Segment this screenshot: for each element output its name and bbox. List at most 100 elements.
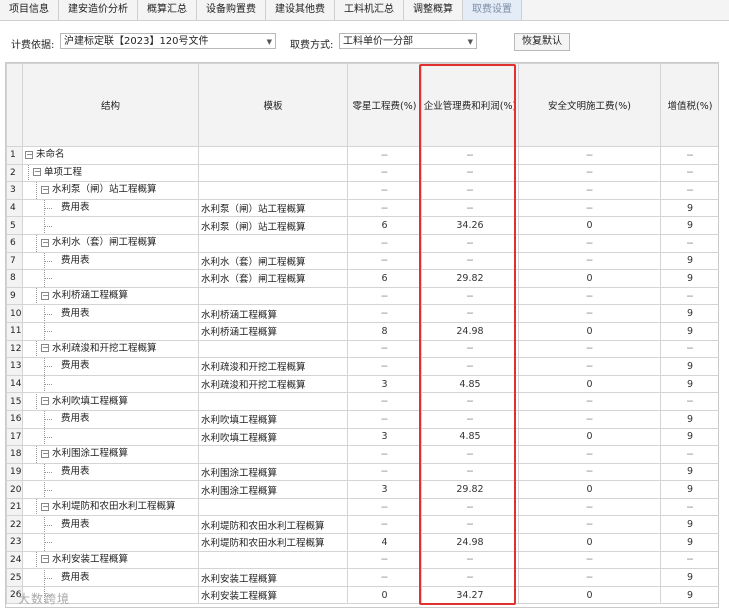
table-row[interactable]: 18− 水利围涂工程概算 − − − − [6, 445, 718, 464]
collapse-toggle-icon[interactable]: − [33, 168, 41, 177]
column-header-structure[interactable]: 结构 [22, 63, 199, 147]
misc-fee-cell[interactable]: − [347, 392, 422, 411]
collapse-toggle-icon[interactable]: − [41, 291, 49, 300]
safety-fee-cell[interactable]: − [518, 462, 661, 482]
management-profit-cell[interactable]: 4.85 [421, 427, 519, 447]
tab-1[interactable]: 建安造价分析 [59, 0, 138, 20]
structure-cell[interactable]: 费用表 [22, 462, 199, 482]
safety-fee-cell[interactable]: 0 [518, 321, 661, 341]
vat-cell[interactable]: − [660, 286, 718, 306]
misc-fee-cell[interactable]: − [347, 409, 422, 429]
structure-cell[interactable] [22, 321, 199, 341]
management-profit-cell[interactable]: − [421, 462, 519, 482]
misc-fee-cell[interactable]: − [347, 357, 422, 376]
tab-0[interactable]: 项目信息 [0, 0, 59, 20]
column-header-template[interactable]: 模板 [198, 63, 348, 147]
misc-fee-cell[interactable]: − [347, 146, 422, 165]
vat-cell[interactable]: − [660, 497, 718, 517]
vat-cell[interactable]: − [660, 339, 718, 359]
structure-cell[interactable]: − 水利桥涵工程概算 [22, 286, 199, 306]
table-row[interactable]: 7 费用表 水利水（套）闸工程概算 − − −9 [6, 251, 718, 271]
table-row[interactable]: 9− 水利桥涵工程概算 − − − − [6, 286, 718, 306]
collapse-toggle-icon[interactable]: − [41, 185, 49, 194]
safety-fee-cell[interactable]: 0 [518, 585, 661, 605]
management-profit-cell[interactable]: − [421, 198, 519, 218]
template-cell[interactable] [198, 339, 348, 359]
management-profit-cell[interactable]: − [421, 233, 519, 253]
structure-cell[interactable]: − 水利安装工程概算 [22, 550, 199, 570]
template-cell[interactable]: 水利安装工程概算 [198, 568, 348, 587]
method-select[interactable]: 工料单价一分部 ▼ [339, 33, 477, 49]
vat-cell[interactable]: 9 [660, 568, 718, 587]
misc-fee-cell[interactable]: 4 [347, 533, 422, 552]
safety-fee-cell[interactable]: − [518, 497, 661, 517]
template-cell[interactable]: 水利围涂工程概算 [198, 480, 348, 499]
structure-cell[interactable]: − 水利水（套）闸工程概算 [22, 233, 199, 253]
structure-cell[interactable]: − 水利围涂工程概算 [22, 445, 199, 464]
collapse-toggle-icon[interactable]: − [41, 449, 49, 458]
vat-cell[interactable]: − [660, 445, 718, 464]
misc-fee-cell[interactable]: 0 [347, 585, 422, 605]
misc-fee-cell[interactable]: − [347, 568, 422, 587]
collapse-toggle-icon[interactable]: − [41, 238, 49, 247]
tab-6[interactable]: 调整概算 [404, 0, 463, 20]
table-row[interactable]: 10 费用表 水利桥涵工程概算 − − −9 [6, 304, 718, 323]
misc-fee-cell[interactable]: − [347, 445, 422, 464]
table-row[interactable]: 3− 水利泵（闸）站工程概算 − − − − [6, 181, 718, 200]
structure-cell[interactable]: 费用表 [22, 304, 199, 323]
safety-fee-cell[interactable]: 0 [518, 216, 661, 235]
misc-fee-cell[interactable]: − [347, 304, 422, 323]
misc-fee-cell[interactable]: 3 [347, 427, 422, 447]
vat-cell[interactable]: 9 [660, 462, 718, 482]
management-profit-cell[interactable]: − [421, 550, 519, 570]
management-profit-cell[interactable]: 24.98 [421, 533, 519, 552]
structure-cell[interactable] [22, 427, 199, 447]
table-row[interactable]: 22 费用表 水利堤防和农田水利工程概算 − − −9 [6, 515, 718, 535]
vat-cell[interactable]: 9 [660, 515, 718, 535]
table-row[interactable]: 17 水利吹填工程概算 3 4.85 0 9 [6, 427, 718, 447]
misc-fee-cell[interactable]: − [347, 286, 422, 306]
safety-fee-cell[interactable]: − [518, 198, 661, 218]
structure-cell[interactable]: 费用表 [22, 251, 199, 271]
tab-5[interactable]: 工料机汇总 [335, 0, 404, 20]
template-cell[interactable]: 水利堤防和农田水利工程概算 [198, 515, 348, 535]
collapse-toggle-icon[interactable]: − [25, 150, 33, 159]
management-profit-cell[interactable]: − [421, 445, 519, 464]
column-header-safety-fee[interactable]: 安全文明施工费(%) [518, 63, 661, 147]
template-cell[interactable]: 水利泵（闸）站工程概算 [198, 198, 348, 218]
vat-cell[interactable]: − [660, 550, 718, 570]
template-cell[interactable]: 水利疏浚和开挖工程概算 [198, 357, 348, 376]
table-row[interactable]: 11 水利桥涵工程概算 8 24.98 0 9 [6, 321, 718, 341]
table-row[interactable]: 16 费用表 水利吹填工程概算 − − −9 [6, 409, 718, 429]
misc-fee-cell[interactable]: − [347, 251, 422, 271]
table-row[interactable]: 2− 单项工程 − − − − [6, 163, 718, 183]
template-cell[interactable] [198, 445, 348, 464]
misc-fee-cell[interactable]: − [347, 198, 422, 218]
template-cell[interactable] [198, 146, 348, 165]
misc-fee-cell[interactable]: − [347, 550, 422, 570]
misc-fee-cell[interactable]: − [347, 181, 422, 200]
misc-fee-cell[interactable]: 8 [347, 321, 422, 341]
structure-cell[interactable]: − 水利泵（闸）站工程概算 [22, 181, 199, 200]
vat-cell[interactable]: 9 [660, 269, 718, 288]
template-cell[interactable] [198, 286, 348, 306]
safety-fee-cell[interactable]: 0 [518, 374, 661, 394]
table-row[interactable]: 26 水利安装工程概算 0 34.27 0 9 [6, 585, 718, 605]
vat-cell[interactable]: − [660, 146, 718, 165]
misc-fee-cell[interactable]: − [347, 515, 422, 535]
management-profit-cell[interactable]: − [421, 251, 519, 271]
vat-cell[interactable]: 9 [660, 216, 718, 235]
vat-cell[interactable]: 9 [660, 321, 718, 341]
table-row[interactable]: 8 水利水（套）闸工程概算 6 29.82 0 9 [6, 269, 718, 288]
vat-cell[interactable]: 9 [660, 374, 718, 394]
collapse-toggle-icon[interactable]: − [41, 397, 49, 406]
misc-fee-cell[interactable]: − [347, 462, 422, 482]
table-row[interactable]: 6− 水利水（套）闸工程概算 − − − − [6, 233, 718, 253]
table-row[interactable]: 13 费用表 水利疏浚和开挖工程概算 − − −9 [6, 357, 718, 376]
vat-cell[interactable]: − [660, 233, 718, 253]
template-cell[interactable] [198, 233, 348, 253]
structure-cell[interactable]: 费用表 [22, 357, 199, 376]
misc-fee-cell[interactable]: − [347, 339, 422, 359]
table-row[interactable]: 5 水利泵（闸）站工程概算 6 34.26 0 9 [6, 216, 718, 235]
management-profit-cell[interactable]: − [421, 392, 519, 411]
